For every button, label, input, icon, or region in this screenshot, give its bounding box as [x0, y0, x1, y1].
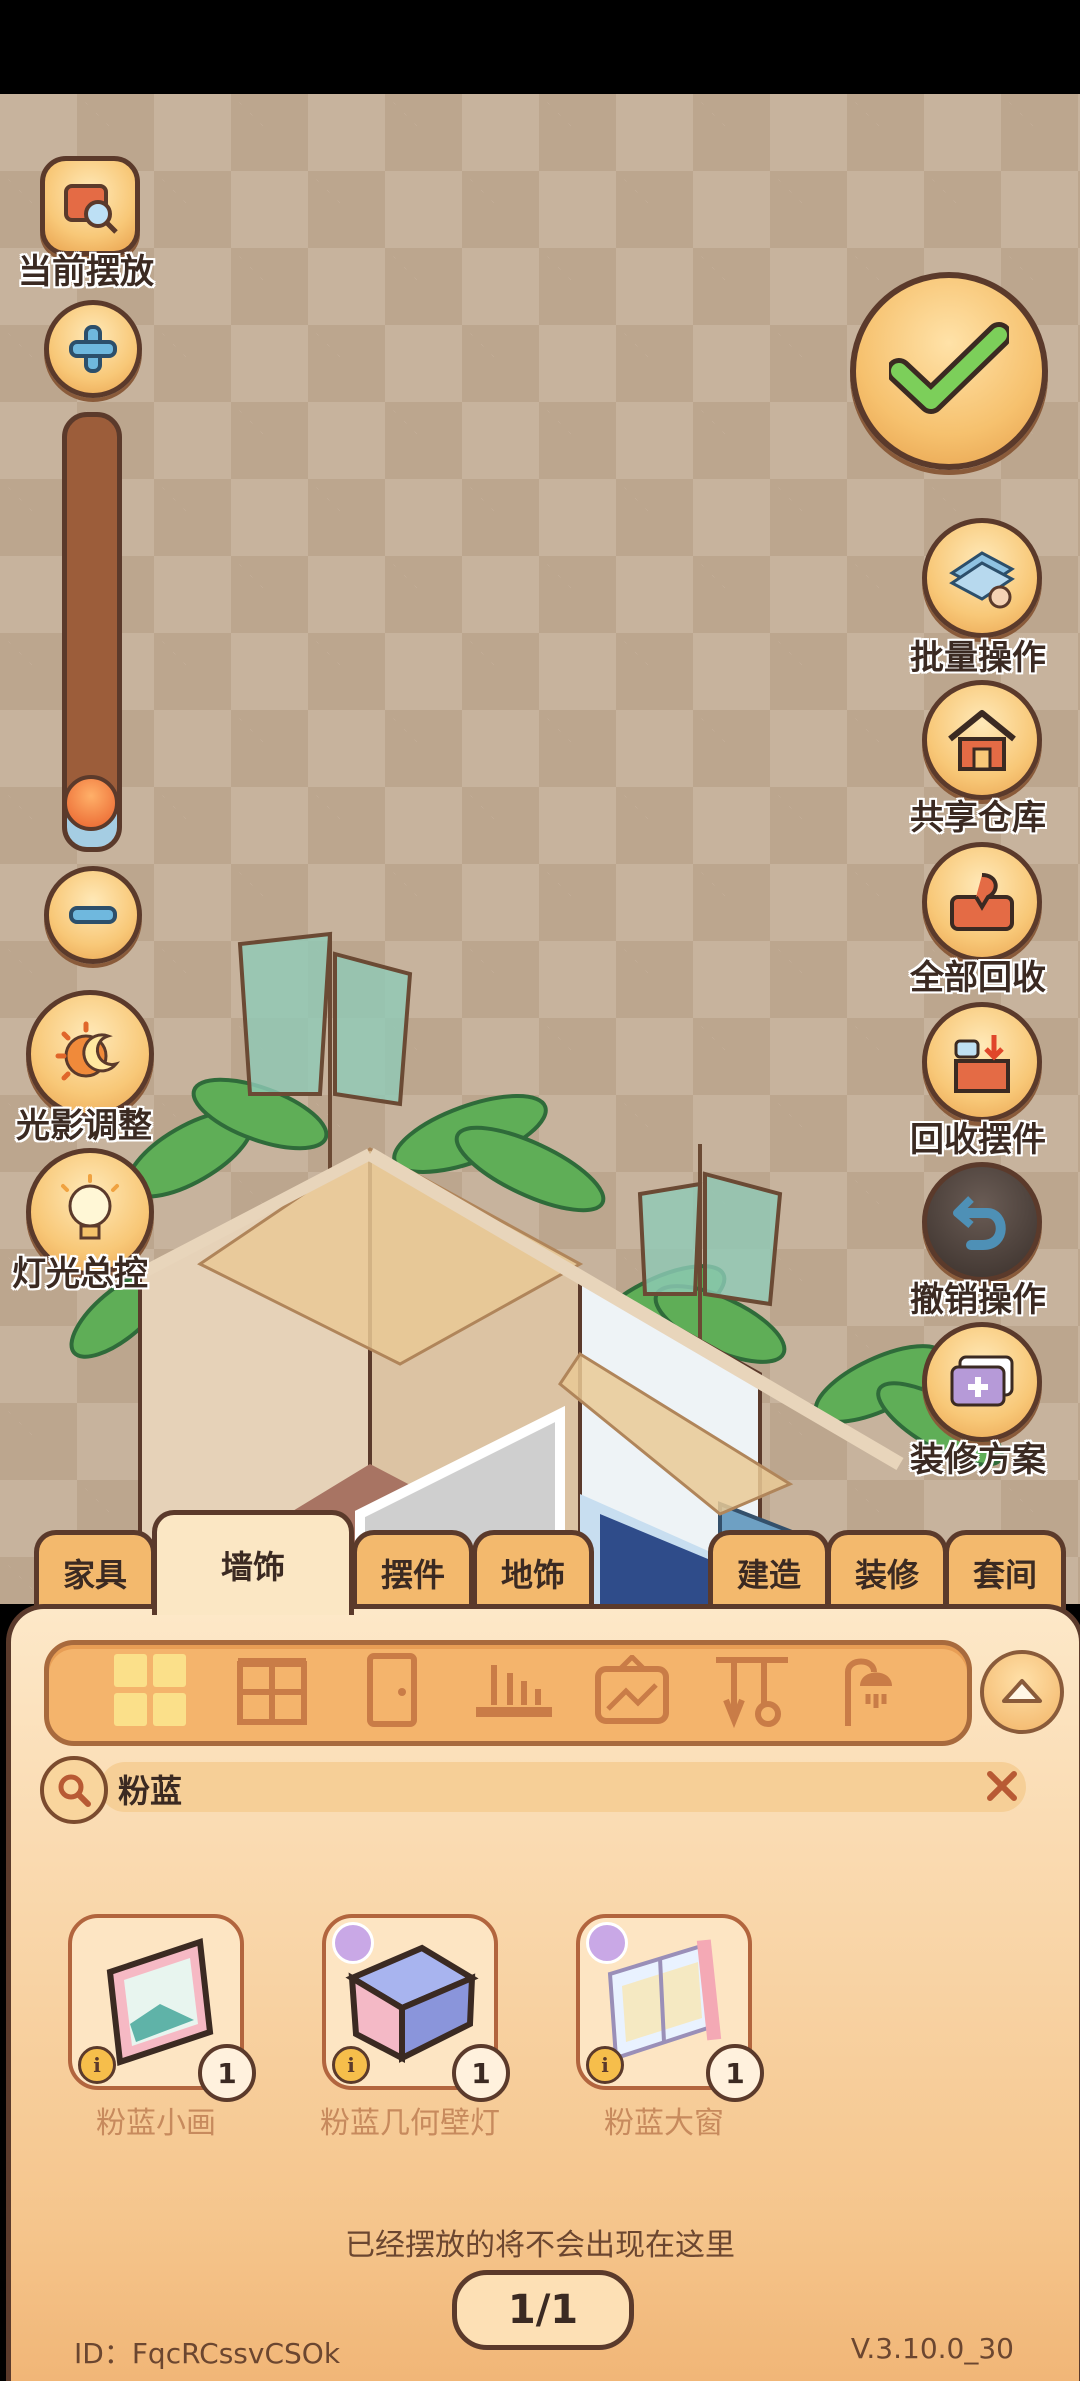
kitchen-tools-icon [716, 1657, 788, 1729]
tab-label: 建造 [736, 1556, 801, 1594]
close-icon [987, 1771, 1017, 1801]
tab-ornaments[interactable]: 摆件 [352, 1530, 474, 1611]
current-placement-label: 当前摆放 [18, 252, 154, 292]
undo-label: 撤销操作 [910, 1280, 1046, 1320]
category-window[interactable] [232, 1650, 312, 1730]
tab-furniture[interactable]: 家具 [34, 1530, 156, 1611]
checkmark-icon [889, 322, 1009, 414]
search-query[interactable]: 粉蓝 [118, 1766, 182, 1812]
tab-label: 摆件 [380, 1556, 445, 1594]
status-bar [0, 0, 1080, 94]
light-master-label: 灯光总控 [12, 1254, 148, 1294]
wall-tag-icon [332, 1922, 374, 1964]
item-quantity: 1 [452, 2044, 510, 2102]
chevron-up-icon [1002, 1679, 1042, 1703]
search-input[interactable] [100, 1762, 1026, 1812]
category-all[interactable] [110, 1650, 190, 1730]
recycle-all-label: 全部回收 [910, 958, 1046, 998]
plus-icon [69, 325, 117, 373]
tab-build[interactable]: 建造 [708, 1530, 830, 1611]
tab-label: 墙饰 [220, 1548, 285, 1586]
minus-icon [69, 906, 117, 924]
category-shelf[interactable] [474, 1650, 554, 1730]
info-icon[interactable]: i [78, 2046, 116, 2084]
item-card-pink-blue-painting[interactable]: i 1 [68, 1914, 256, 2102]
search-button[interactable] [40, 1756, 108, 1824]
item-card-pink-blue-geometric-lamp[interactable]: i 1 [322, 1914, 510, 2102]
decoration-plan-button[interactable] [922, 1322, 1042, 1442]
undo-button[interactable] [922, 1162, 1042, 1282]
item-quantity: 1 [706, 2044, 764, 2102]
grid-icon [114, 1654, 186, 1726]
tab-label: 地饰 [500, 1556, 565, 1594]
decoration-plan-label: 装修方案 [910, 1440, 1046, 1480]
window-icon [237, 1658, 307, 1725]
clear-search-button[interactable] [980, 1764, 1024, 1808]
shared-storage-label: 共享仓库 [910, 798, 1046, 838]
zoom-in-button[interactable] [44, 300, 142, 398]
page-indicator[interactable]: 1/1 [452, 2270, 634, 2350]
category-door[interactable] [352, 1650, 432, 1730]
placement-search-icon [64, 184, 118, 234]
search-icon [58, 1774, 91, 1807]
recycle-box-icon [954, 1035, 1010, 1093]
player-id: ID：FqcRCssvCSOk [74, 2337, 341, 2370]
item-quantity: 1 [198, 2044, 256, 2102]
category-painting[interactable] [592, 1650, 672, 1730]
version-label: V.3.10.0_30 [850, 2332, 1014, 2365]
current-placement-button[interactable] [40, 156, 140, 256]
tab-suite[interactable]: 套间 [944, 1530, 1066, 1611]
item-name: 粉蓝大窗 [604, 2106, 724, 2141]
house-storage-icon [948, 710, 1016, 771]
recycle-items-button[interactable] [922, 1002, 1042, 1122]
wall-tag-icon [586, 1922, 628, 1964]
batch-select-icon [949, 551, 1015, 609]
info-icon[interactable]: i [586, 2046, 624, 2084]
zoom-out-button[interactable] [44, 866, 142, 964]
info-icon[interactable]: i [332, 2046, 370, 2084]
light-shadow-label: 光影调整 [16, 1106, 152, 1146]
batch-operation-label: 批量操作 [910, 638, 1046, 678]
search-bar: 粉蓝 [40, 1756, 1036, 1824]
tab-label: 家具 [62, 1556, 127, 1594]
shared-storage-button[interactable] [922, 680, 1042, 800]
shower-icon [845, 1658, 892, 1726]
expand-panel-button[interactable] [980, 1650, 1064, 1734]
category-shower[interactable] [834, 1650, 914, 1730]
confirm-button[interactable] [850, 272, 1048, 470]
door-icon [367, 1653, 417, 1727]
painting-icon [595, 1655, 669, 1724]
plan-folder-icon [950, 1355, 1014, 1407]
batch-operation-button[interactable] [922, 518, 1042, 638]
tab-floor-decor[interactable]: 地饰 [472, 1530, 594, 1611]
item-card-pink-blue-large-window[interactable]: i 1 [576, 1914, 764, 2102]
hint-text: 已经摆放的将不会出现在这里 [345, 2228, 735, 2263]
lightbulb-icon [61, 1174, 119, 1240]
tab-renovation[interactable]: 装修 [826, 1530, 948, 1611]
zoom-slider-handle[interactable] [63, 775, 119, 831]
item-name: 粉蓝几何壁灯 [320, 2106, 500, 2141]
recycle-items-label: 回收摆件 [910, 1120, 1046, 1160]
shelf-icon [476, 1665, 552, 1717]
tab-wall-decor[interactable]: 墙饰 [152, 1510, 354, 1615]
tab-label: 套间 [972, 1556, 1037, 1594]
item-name: 粉蓝小画 [96, 2106, 216, 2141]
undo-arrow-icon [953, 1196, 1006, 1250]
recycle-all-button[interactable] [922, 842, 1042, 962]
recycle-tray-icon [950, 873, 1014, 931]
tab-label: 装修 [854, 1556, 919, 1594]
sun-moon-icon [55, 1021, 121, 1081]
category-hooks[interactable] [712, 1650, 792, 1730]
